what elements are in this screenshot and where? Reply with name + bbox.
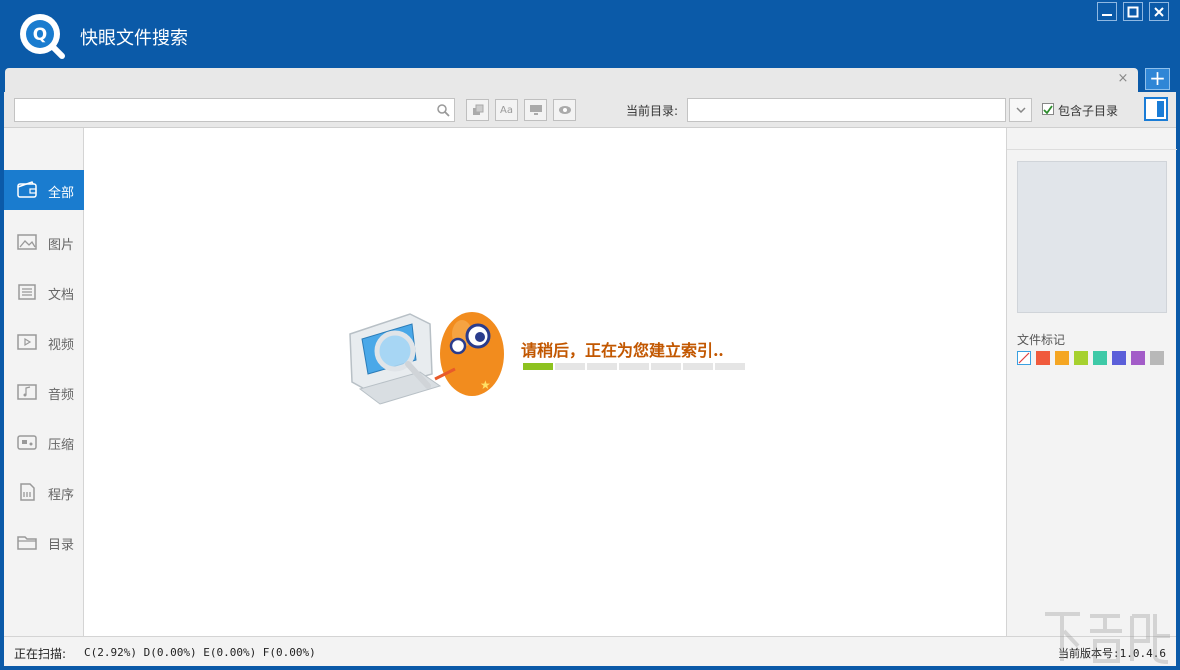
search-tab[interactable]: × (5, 68, 1138, 94)
copy-button[interactable] (466, 99, 489, 121)
results-area: ★ 请稍后，正在为您建立索引‥ (84, 128, 1006, 636)
site-watermark-icon (1045, 612, 1170, 664)
folder-icon (17, 536, 37, 550)
sidebar-item-videos[interactable]: 视频 (4, 322, 84, 362)
monitor-icon (529, 105, 542, 115)
title-bar: Q 快眼文件搜索 (0, 0, 1180, 68)
app-title: 快眼文件搜索 (80, 28, 188, 49)
indexing-mascot-icon: ★ (349, 312, 504, 405)
archive-icon (17, 435, 37, 450)
file-marks-title: 文件标记 (1017, 333, 1066, 347)
picture-icon (17, 234, 37, 250)
minimize-icon (1102, 13, 1112, 16)
status-bar: 正在扫描: C(2.92%) D(0.00%) E(0.00%) F(0.00%… (4, 636, 1176, 666)
sidebar-item-label: 图片 (48, 238, 75, 253)
search-input[interactable] (15, 99, 425, 121)
search-icon[interactable] (436, 103, 450, 117)
detail-panel-header (1007, 128, 1177, 150)
mark-swatch[interactable] (1093, 351, 1107, 365)
dir-dropdown-button[interactable] (1009, 98, 1032, 122)
include-subdirs-checkbox[interactable] (1042, 103, 1054, 115)
progress-segment-empty (683, 363, 713, 370)
progress-segment-empty (715, 363, 745, 370)
match-case-button[interactable]: Aa (495, 99, 518, 121)
add-tab-button[interactable]: + (1145, 68, 1170, 90)
mark-swatch[interactable] (1036, 351, 1050, 365)
detail-panel: 文件标记 (1006, 128, 1177, 636)
progress-segment-filled (523, 363, 553, 370)
search-box (14, 98, 455, 122)
wallet-icon (17, 181, 37, 198)
mark-swatch[interactable] (1150, 351, 1164, 365)
category-sidebar: 全部 图片 文档 视频 音频 压缩 程序 目录 (4, 128, 84, 636)
progress-segment-empty (619, 363, 649, 370)
video-icon (17, 334, 37, 350)
scanning-progress: C(2.92%) D(0.00%) E(0.00%) F(0.00%) (84, 646, 316, 659)
tab-close-icon[interactable]: × (1116, 72, 1130, 86)
toolbar: Aa 当前目录: 包含子目录 (4, 92, 1176, 128)
minimize-button[interactable] (1097, 2, 1117, 21)
sidebar-item-documents[interactable]: 文档 (4, 272, 84, 312)
maximize-icon (1127, 6, 1139, 17)
sidebar-item-all[interactable]: 全部 (4, 170, 84, 210)
screen-button[interactable] (524, 99, 547, 121)
sidebar-panel-icon (1157, 101, 1164, 117)
progress-segment-empty (651, 363, 681, 370)
chevron-down-icon (1015, 107, 1026, 113)
sidebar-item-audio[interactable]: 音频 (4, 372, 84, 412)
program-icon (20, 483, 35, 501)
sidebar-item-label: 音频 (48, 388, 75, 403)
tab-strip: × (0, 66, 1180, 94)
sidebar-item-archives[interactable]: 压缩 (4, 422, 84, 462)
preview-button[interactable] (553, 99, 576, 121)
indexing-progress-bar (523, 363, 747, 371)
eye-icon (558, 106, 571, 114)
sidebar-item-label: 文档 (48, 288, 75, 303)
music-icon (17, 384, 37, 400)
svg-text:Q: Q (33, 25, 47, 45)
indexing-message: 请稍后，正在为您建立索引‥ (521, 341, 724, 360)
sidebar-item-label: 压缩 (48, 438, 75, 453)
no-color-icon (1018, 352, 1030, 364)
maximize-button[interactable] (1123, 2, 1143, 21)
panel-toggle-button[interactable] (1144, 97, 1168, 121)
progress-segment-empty (555, 363, 585, 370)
current-dir-input[interactable] (687, 98, 1006, 122)
progress-segment-empty (587, 363, 617, 370)
svg-text:★: ★ (480, 378, 491, 392)
match-case-icon: Aa (500, 104, 513, 116)
close-button[interactable] (1149, 2, 1169, 21)
check-icon (1043, 105, 1053, 115)
sidebar-item-folders[interactable]: 目录 (4, 522, 84, 562)
copy-icon (472, 104, 483, 115)
app-logo-icon: Q (20, 14, 65, 59)
sidebar-item-label: 全部 (48, 186, 75, 201)
close-icon (1154, 6, 1164, 17)
sidebar-item-label: 程序 (48, 488, 75, 503)
file-preview (1017, 161, 1167, 313)
document-icon (18, 284, 36, 300)
scanning-label: 正在扫描: (14, 647, 67, 661)
include-subdirs-label: 包含子目录 (1058, 104, 1119, 118)
mark-swatch[interactable] (1112, 351, 1126, 365)
mark-swatch[interactable] (1055, 351, 1069, 365)
sidebar-item-images[interactable]: 图片 (4, 222, 84, 262)
sidebar-item-label: 视频 (48, 338, 75, 353)
mark-swatch[interactable] (1131, 351, 1145, 365)
mark-swatch-none[interactable] (1017, 351, 1031, 365)
sidebar-item-programs[interactable]: 程序 (4, 472, 84, 512)
sidebar-item-label: 目录 (48, 538, 75, 553)
mark-swatch[interactable] (1074, 351, 1088, 365)
current-dir-label: 当前目录: (626, 104, 679, 118)
